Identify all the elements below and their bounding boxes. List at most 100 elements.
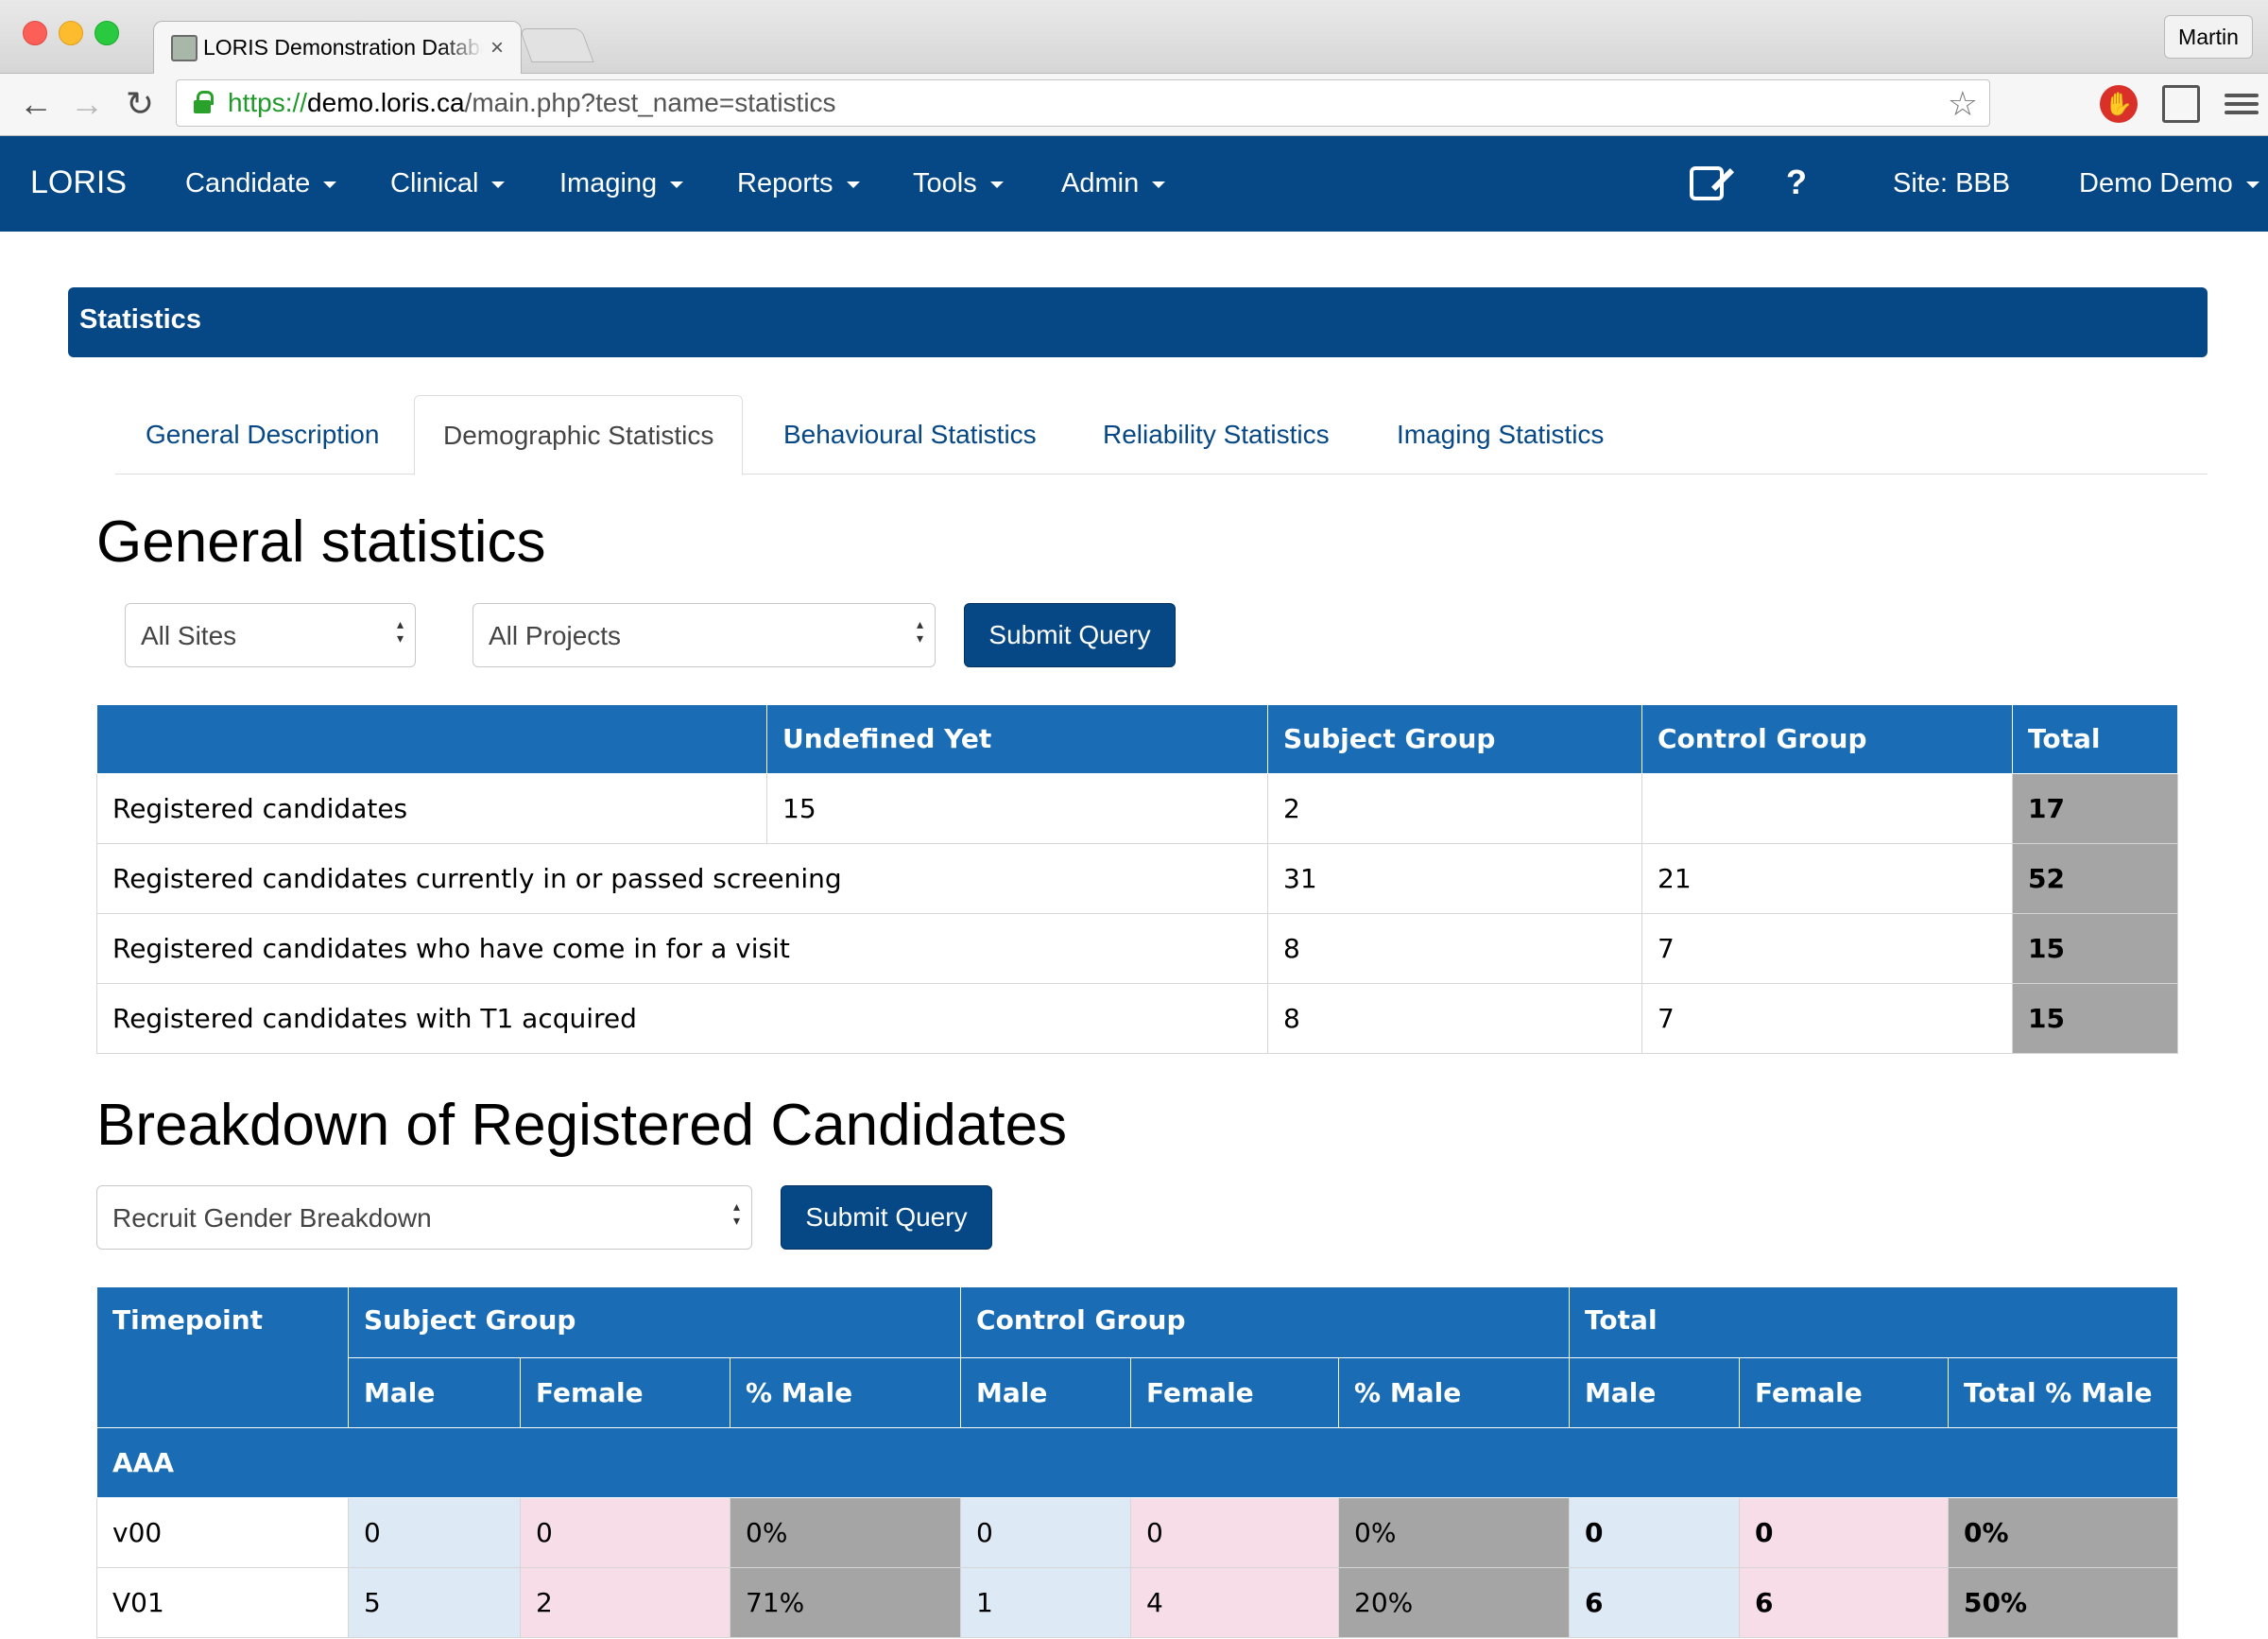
column-header-male: Male: [348, 1357, 521, 1428]
caret-down-icon: [491, 181, 506, 188]
menu-imaging[interactable]: Imaging: [559, 168, 684, 199]
table-row: Registered candidates with T1 acquired 8…: [96, 982, 2178, 1054]
forward-icon[interactable]: →: [66, 81, 108, 127]
column-header-female: Female: [1739, 1357, 1950, 1428]
menu-label: Imaging: [559, 168, 658, 198]
table-header-row: Undefined Yet Subject Group Control Grou…: [96, 705, 2178, 774]
user-name: Demo Demo: [2079, 168, 2233, 198]
brand-logo[interactable]: LORIS: [30, 164, 127, 201]
minimize-window-icon[interactable]: [59, 21, 83, 45]
column-header: Total: [2012, 705, 2178, 774]
menu-icon[interactable]: [2223, 85, 2260, 123]
tab-imaging-statistics[interactable]: Imaging Statistics: [1397, 395, 1604, 474]
cell-control-male: 1: [960, 1566, 1132, 1638]
menu-label: Clinical: [390, 168, 479, 198]
general-statistics-heading: General statistics: [96, 509, 546, 575]
cast-icon[interactable]: [2162, 85, 2200, 123]
table-subheader-row: Male Female % Male Male Female % Male Ma…: [97, 1357, 2179, 1428]
url-bar[interactable]: https://demo.loris.ca/main.php?test_name…: [176, 79, 1990, 127]
cell-subject-female: 2: [520, 1566, 730, 1638]
cell-subject: 8: [1267, 912, 1642, 984]
project-select[interactable]: All Projects: [472, 603, 936, 667]
address-toolbar: ← → ↻ https://demo.loris.ca/main.php?tes…: [0, 74, 2268, 136]
cell-control: [1641, 772, 2013, 844]
tab-general-description[interactable]: General Description: [146, 395, 379, 474]
menu-tools[interactable]: Tools: [913, 168, 1004, 199]
new-tab-button[interactable]: [519, 28, 594, 62]
user-menu[interactable]: Demo Demo: [2079, 168, 2259, 199]
site-select[interactable]: All Sites: [125, 603, 416, 667]
cell-total-male: 0: [1569, 1496, 1741, 1568]
tab-behavioural-statistics[interactable]: Behavioural Statistics: [783, 395, 1037, 474]
maximize-window-icon[interactable]: [94, 21, 119, 45]
submit-query-button[interactable]: Submit Query: [964, 603, 1176, 667]
cell-total-pct: 0%: [1948, 1496, 2179, 1568]
cell-control-pct: 20%: [1338, 1566, 1571, 1638]
browser-tab[interactable]: LORIS Demonstration Database ×: [153, 21, 522, 74]
column-header: Subject Group: [1267, 705, 1642, 774]
statistics-tabs: General Description Demographic Statisti…: [115, 395, 2208, 475]
url-path: /main.php?test_name=statistics: [464, 88, 836, 117]
tab-demographic-statistics[interactable]: Demographic Statistics: [414, 395, 744, 475]
site-label: Site: BBB: [1893, 168, 2011, 198]
column-header-subject-group: Subject Group: [347, 1287, 962, 1358]
back-icon[interactable]: ←: [15, 81, 57, 127]
menu-candidate[interactable]: Candidate: [185, 168, 337, 199]
menu-label: Reports: [737, 168, 833, 198]
edit-icon[interactable]: [1690, 166, 1724, 200]
breakdown-submit-button[interactable]: Submit Query: [781, 1185, 992, 1250]
menu-label: Admin: [1061, 168, 1140, 198]
tab-reliability-statistics[interactable]: Reliability Statistics: [1103, 395, 1330, 474]
cell-control: 21: [1641, 842, 2013, 914]
site-label: AAA: [95, 1427, 2179, 1498]
row-label: Registered candidates currently in or pa…: [96, 842, 1268, 914]
reload-icon[interactable]: ↻: [119, 81, 161, 127]
cell-total-female: 6: [1739, 1566, 1950, 1638]
tab-close-icon[interactable]: ×: [490, 35, 504, 61]
cell-control-male: 0: [960, 1496, 1132, 1568]
breakdown-select[interactable]: Recruit Gender Breakdown: [96, 1185, 752, 1250]
cell-subject-male: 0: [348, 1496, 521, 1568]
profile-button[interactable]: Martin: [2164, 15, 2253, 59]
table-row: Registered candidates 15 2 17: [96, 772, 2178, 844]
cell-total-pct: 50%: [1948, 1566, 2179, 1638]
column-header-female: Female: [520, 1357, 730, 1428]
close-window-icon[interactable]: [23, 21, 47, 45]
cell-control: 7: [1641, 912, 2013, 984]
row-label: Registered candidates with T1 acquired: [96, 982, 1268, 1054]
column-header-total-pct-male: Total % Male: [1948, 1357, 2179, 1428]
row-label: Registered candidates who have come in f…: [96, 912, 1268, 984]
cell-total-female: 0: [1739, 1496, 1950, 1568]
cell-subject-female: 0: [520, 1496, 730, 1568]
column-header: [96, 705, 767, 774]
stop-extension-icon[interactable]: ✋: [2100, 85, 2138, 123]
star-icon[interactable]: ☆: [1948, 84, 1978, 124]
help-icon[interactable]: ?: [1786, 163, 1807, 202]
browser-tabstrip: LORIS Demonstration Database × Martin: [0, 0, 2268, 74]
menu-reports[interactable]: Reports: [737, 168, 860, 199]
cell-total: 15: [2012, 912, 2178, 984]
caret-down-icon: [846, 181, 860, 188]
url-text[interactable]: https://demo.loris.ca/main.php?test_name…: [228, 88, 836, 118]
cell-subject-pct: 0%: [729, 1496, 962, 1568]
site-row: AAA: [95, 1427, 2179, 1498]
menu-clinical[interactable]: Clinical: [390, 168, 506, 199]
cell-subject: 2: [1267, 772, 1642, 844]
menu-admin[interactable]: Admin: [1061, 168, 1166, 199]
column-header-timepoint: Timepoint: [96, 1287, 349, 1428]
menu-label: Candidate: [185, 168, 311, 198]
table-header-row: Timepoint Subject Group Control Group To…: [96, 1287, 2179, 1428]
cell-control: 7: [1641, 982, 2013, 1054]
cell-subject: 8: [1267, 982, 1642, 1054]
cell-subject: 31: [1267, 842, 1642, 914]
caret-down-icon: [989, 181, 1004, 188]
column-header-pct-male: % Male: [729, 1357, 962, 1428]
cell-subject-pct: 71%: [729, 1566, 962, 1638]
caret-down-icon: [323, 181, 337, 188]
column-header: Control Group: [1641, 705, 2013, 774]
url-host: demo.loris.ca: [307, 88, 465, 117]
main-navbar: LORIS Candidate Clinical Imaging Reports…: [0, 136, 2268, 232]
cell-control-female: 0: [1130, 1496, 1340, 1568]
cell-undefined: 15: [766, 772, 1268, 844]
cell-total: 52: [2012, 842, 2178, 914]
